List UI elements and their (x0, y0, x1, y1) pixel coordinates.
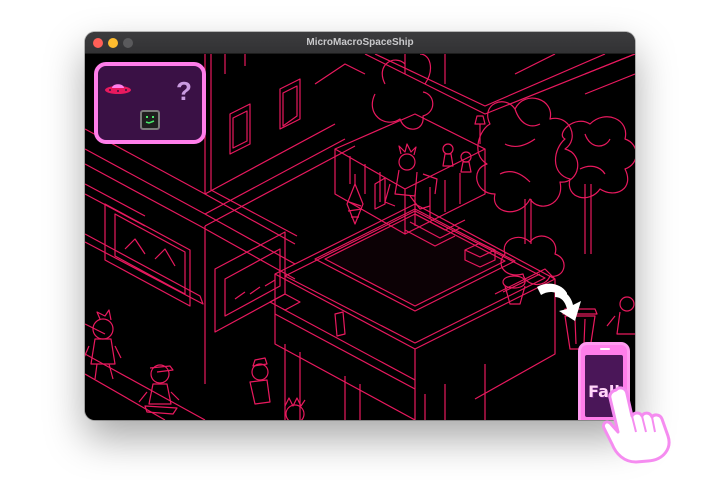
game-viewport[interactable]: ? Fall (85, 54, 635, 420)
pointing-hand-icon (602, 386, 671, 464)
question-mark-icon[interactable]: ? (176, 76, 192, 107)
right-edge-person (606, 296, 635, 335)
app-window: MicroMacroSpaceShip ? Fall (85, 32, 635, 420)
upper-right-buildings (314, 54, 635, 115)
inventory-panel: ? (94, 62, 206, 144)
title-bar: MicroMacroSpaceShip (85, 32, 635, 54)
window-title: MicroMacroSpaceShip (306, 37, 414, 48)
robot-face-icon[interactable] (140, 110, 160, 130)
curved-arrow-icon (537, 283, 581, 321)
phone-speaker (600, 348, 610, 350)
ufo-icon[interactable] (104, 80, 132, 96)
